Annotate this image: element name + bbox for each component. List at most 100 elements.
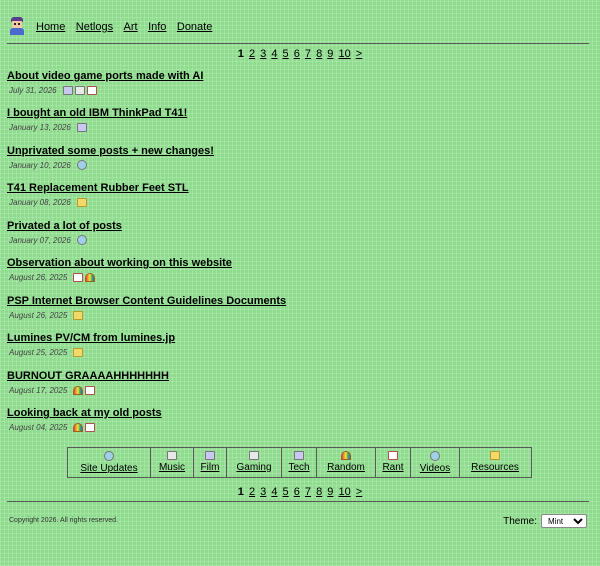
post-title-link[interactable]: Looking back at my old posts [7,407,162,419]
post-item: Looking back at my old posts August 04, … [7,407,162,432]
post-item: Privated a lot of posts January 07, 2026 [7,220,122,245]
resources-icon [73,347,84,357]
top-divider [7,43,589,44]
page-link-2[interactable]: 2 [249,486,255,498]
post-date: August 25, 2025 [9,347,68,357]
post-date: August 17, 2025 [9,385,68,395]
rant-icon [86,85,97,95]
resources-icon [73,310,84,320]
category-rant[interactable]: Rant [376,448,411,477]
resources-icon [490,451,500,460]
category-label[interactable]: Site Updates [80,463,137,474]
post-title-link[interactable]: PSP Internet Browser Content Guidelines … [7,295,286,307]
category-film[interactable]: Film [194,448,227,477]
post-date: January 10, 2026 [9,160,71,170]
site-logo-avatar[interactable] [8,17,26,35]
next-page-link[interactable]: > [356,486,362,498]
category-table: Site Updates Music Film Gaming Tech Rand… [67,447,532,478]
page-link-10[interactable]: 10 [338,48,350,60]
page-link-1: 1 [237,486,244,498]
main-nav: Home Netlogs Art Info Donate [36,17,218,35]
next-page-link[interactable]: > [356,48,362,60]
post-title-link[interactable]: T41 Replacement Rubber Feet STL [7,182,189,194]
category-label[interactable]: Tech [288,462,309,473]
category-label[interactable]: Gaming [236,462,271,473]
category-tech[interactable]: Tech [282,448,317,477]
post-item: T41 Replacement Rubber Feet STL January … [7,182,189,207]
post-title-link[interactable]: I bought an old IBM ThinkPad T41! [7,107,187,119]
post-item: Unprivated some posts + new changes! Jan… [7,145,214,170]
site-updates-icon [76,235,87,245]
category-label[interactable]: Random [327,462,365,473]
post-item: Lumines PV/CM from lumines.jp August 25,… [7,332,175,357]
page-link-4[interactable]: 4 [271,48,277,60]
tech-icon [294,451,304,460]
page-link-8[interactable]: 8 [316,48,322,60]
category-label[interactable]: Videos [420,463,450,474]
page-link-9[interactable]: 9 [327,486,333,498]
page-link-9[interactable]: 9 [327,48,333,60]
rant-icon [85,422,96,432]
page-link-3[interactable]: 3 [260,486,266,498]
post-item: BURNOUT GRAAAAHHHHHHH August 17, 2025 [7,370,169,395]
post-date: August 26, 2025 [9,272,68,282]
category-label[interactable]: Resources [471,462,519,473]
post-item: I bought an old IBM ThinkPad T41! Januar… [7,107,187,132]
theme-picker: Theme: Mint [503,514,587,528]
page-link-1: 1 [237,48,244,60]
nav-netlogs-link[interactable]: Netlogs [76,21,113,33]
bottom-divider [7,501,589,502]
rant-icon [85,385,96,395]
page-link-10[interactable]: 10 [338,486,350,498]
page-link-2[interactable]: 2 [249,48,255,60]
post-date: January 08, 2026 [9,197,71,207]
category-label[interactable]: Music [159,462,185,473]
tech-icon [76,122,87,132]
post-title-link[interactable]: BURNOUT GRAAAAHHHHHHH [7,370,169,382]
page-link-6[interactable]: 6 [294,486,300,498]
category-label[interactable]: Film [201,462,220,473]
random-icon [85,272,96,282]
site-updates-icon [104,451,114,461]
site-updates-icon [76,160,87,170]
random-icon [73,422,84,432]
page-link-4[interactable]: 4 [271,486,277,498]
pagination-bottom: 1 2 3 4 5 6 7 8 9 10 > [0,486,600,498]
category-music[interactable]: Music [151,448,194,477]
category-resources[interactable]: Resources [460,448,530,477]
pagination-top: 1 2 3 4 5 6 7 8 9 10 > [0,48,600,60]
post-title-link[interactable]: Lumines PV/CM from lumines.jp [7,332,175,344]
post-item: Observation about working on this websit… [7,257,232,282]
rant-icon [73,272,84,282]
post-date: January 13, 2026 [9,122,71,132]
category-videos[interactable]: Videos [411,448,460,477]
post-title-link[interactable]: Privated a lot of posts [7,220,122,232]
post-title-link[interactable]: Observation about working on this websit… [7,257,232,269]
page-link-7[interactable]: 7 [305,486,311,498]
theme-label: Theme: [503,515,537,527]
nav-home-link[interactable]: Home [36,21,65,33]
film-icon [205,451,215,460]
page-link-3[interactable]: 3 [260,48,266,60]
post-date: August 26, 2025 [9,310,68,320]
category-site-updates[interactable]: Site Updates [68,448,151,477]
page-link-5[interactable]: 5 [283,486,289,498]
nav-art-link[interactable]: Art [124,21,138,33]
category-random[interactable]: Random [317,448,376,477]
category-gaming[interactable]: Gaming [227,448,282,477]
page-link-5[interactable]: 5 [283,48,289,60]
post-title-link[interactable]: Unprivated some posts + new changes! [7,145,214,157]
page-link-8[interactable]: 8 [316,486,322,498]
post-date: January 07, 2026 [9,235,71,245]
theme-select[interactable]: Mint [541,514,587,528]
nav-donate-link[interactable]: Donate [177,21,212,33]
nav-info-link[interactable]: Info [148,21,166,33]
post-date: August 04, 2025 [9,422,68,432]
category-label[interactable]: Rant [382,462,403,473]
post-title-link[interactable]: About video game ports made with AI [7,70,203,82]
page-link-7[interactable]: 7 [305,48,311,60]
rant-icon [388,451,398,460]
page-link-6[interactable]: 6 [294,48,300,60]
resources-icon [76,197,87,207]
gaming-icon [249,451,259,460]
